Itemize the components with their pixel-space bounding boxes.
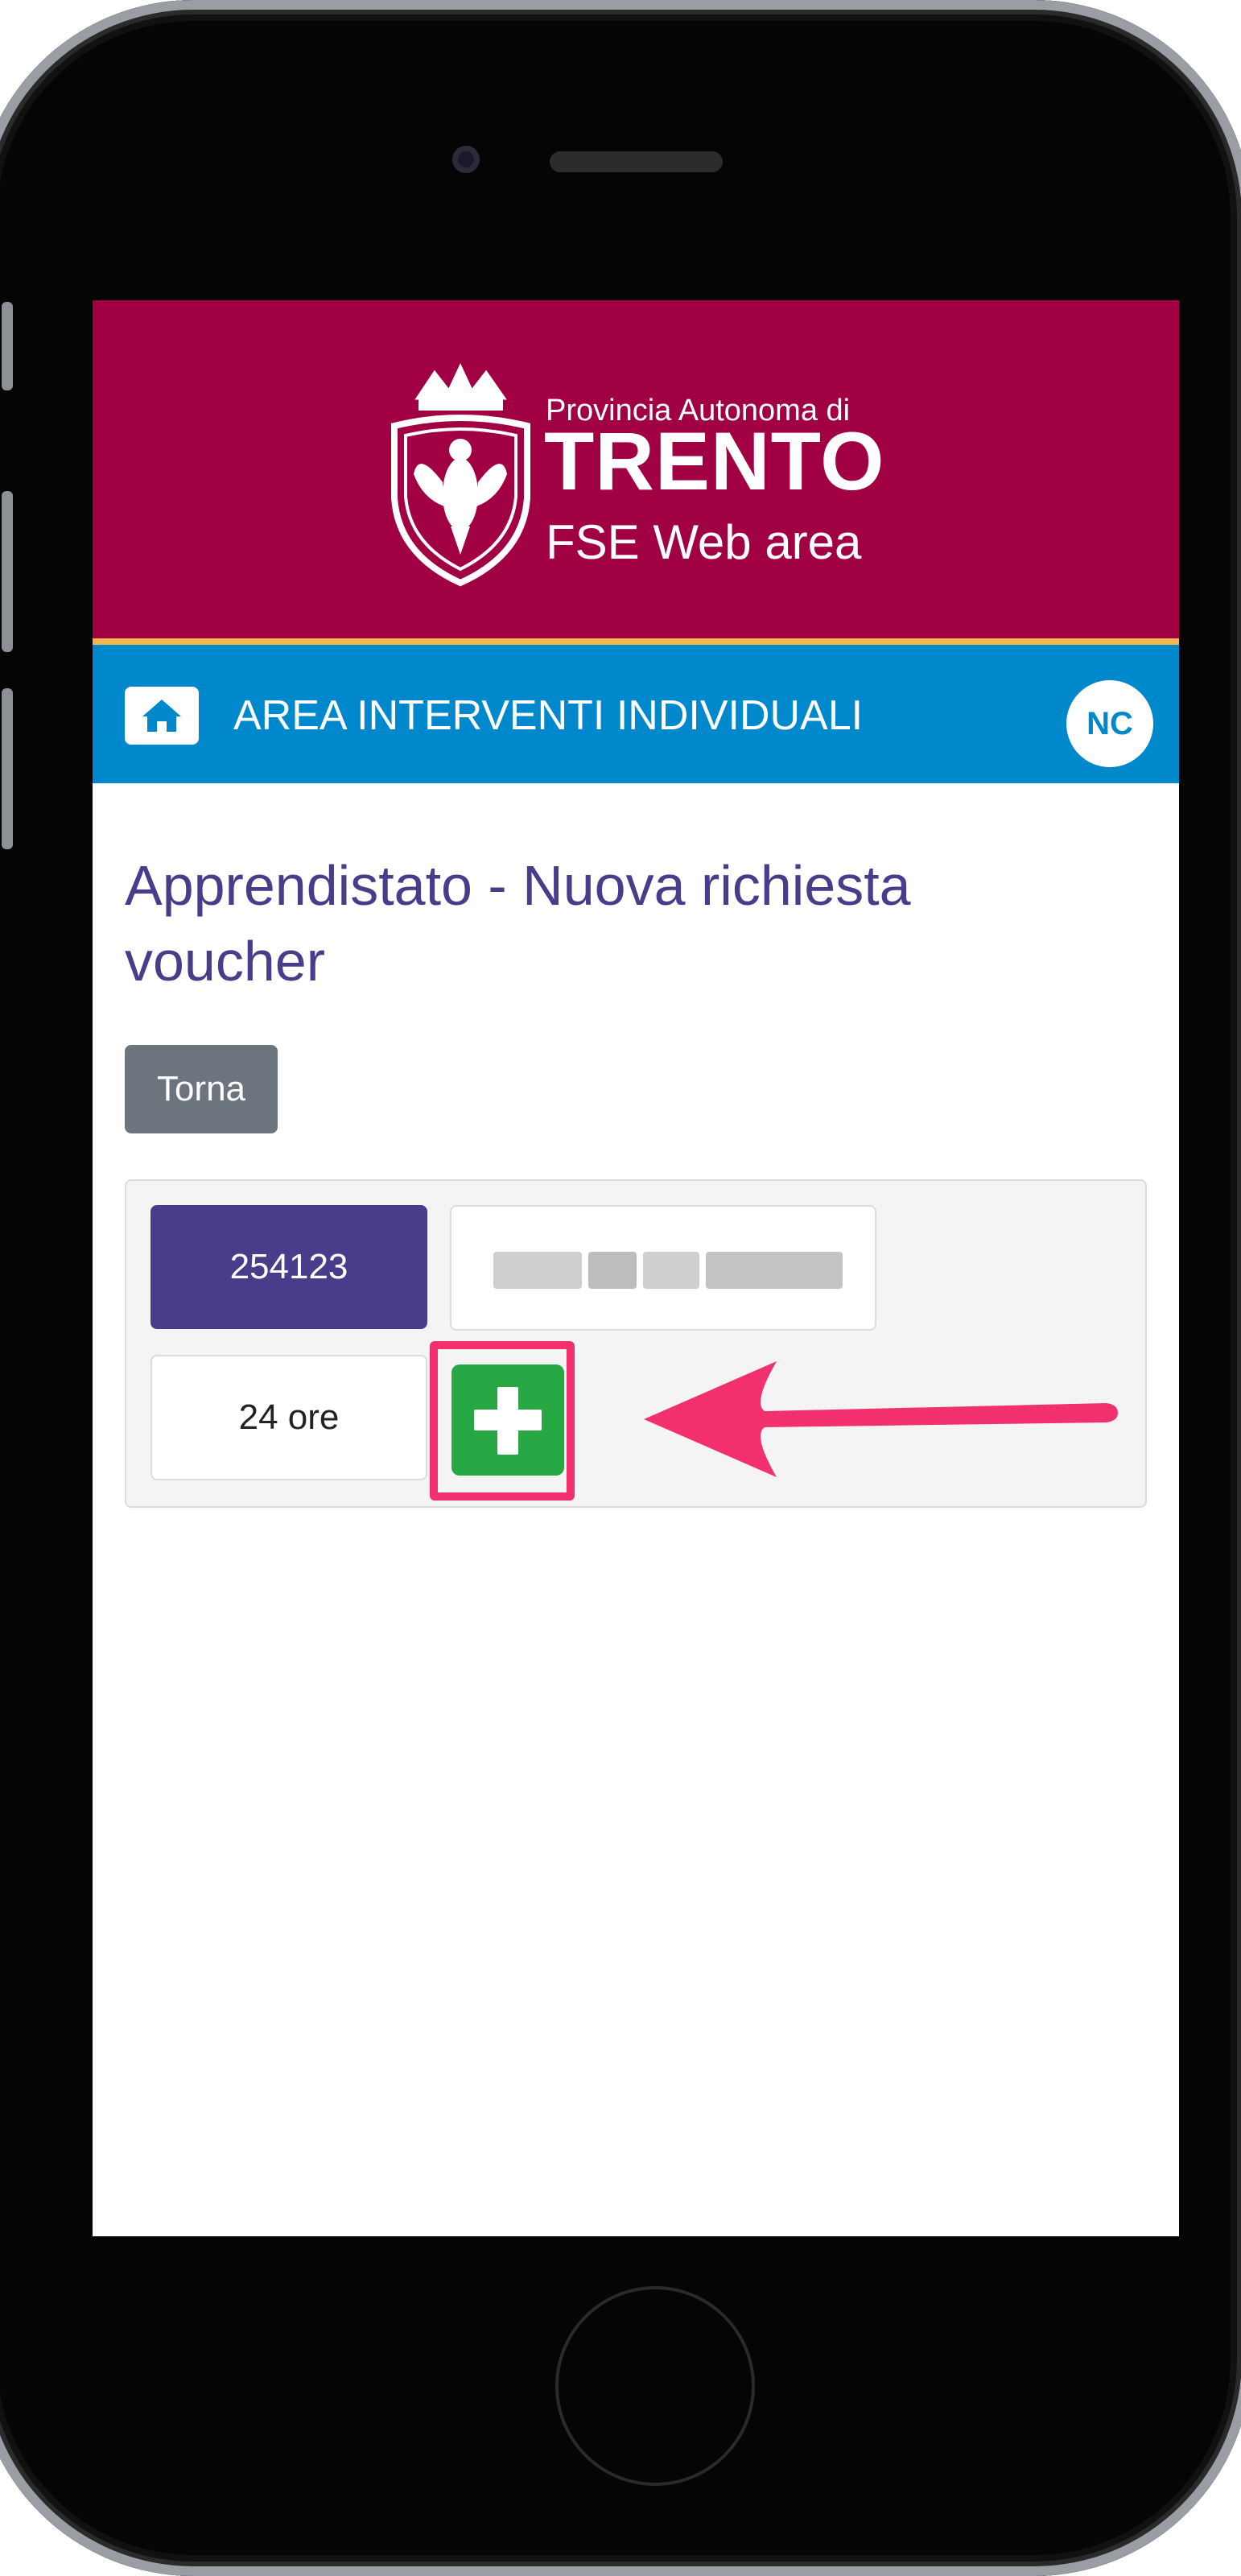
user-avatar[interactable]: NC — [1066, 680, 1153, 767]
logo-area: FSE Web area — [546, 515, 862, 569]
page-title: Apprendistato - Nuova richiesta voucher — [125, 854, 911, 993]
nav-title: AREA INTERVENTI INDIVIDUALI — [233, 692, 864, 739]
arrow-left-icon — [644, 1361, 1118, 1477]
phone-home-button — [555, 2286, 755, 2486]
home-icon — [142, 700, 181, 732]
redacted-text — [643, 1252, 699, 1289]
highlight-box — [430, 1341, 575, 1501]
trento-eagle-crest-icon — [391, 363, 530, 587]
voucher-code-badge: 254123 — [150, 1205, 427, 1329]
back-button[interactable]: Torna — [125, 1045, 278, 1133]
hours-field: 24 ore — [150, 1355, 427, 1480]
home-button[interactable] — [125, 687, 199, 745]
redacted-text — [588, 1252, 637, 1289]
earpiece-speaker — [550, 151, 723, 172]
volume-down-button — [2, 688, 13, 849]
front-camera — [452, 146, 480, 173]
site-logo[interactable]: Provincia Autonoma di TRENTO FSE Web are… — [386, 353, 917, 595]
logo-city: TRENTO — [544, 415, 885, 507]
app-screen: Provincia Autonoma di TRENTO FSE Web are… — [93, 300, 1179, 2236]
redacted-text — [706, 1252, 843, 1289]
redacted-text — [493, 1252, 582, 1289]
site-header: Provincia Autonoma di TRENTO FSE Web are… — [93, 300, 1179, 645]
volume-up-button — [2, 491, 13, 652]
navbar: AREA INTERVENTI INDIVIDUALI NC — [93, 645, 1179, 783]
redacted-name-field — [450, 1205, 876, 1331]
mute-switch — [2, 302, 13, 390]
